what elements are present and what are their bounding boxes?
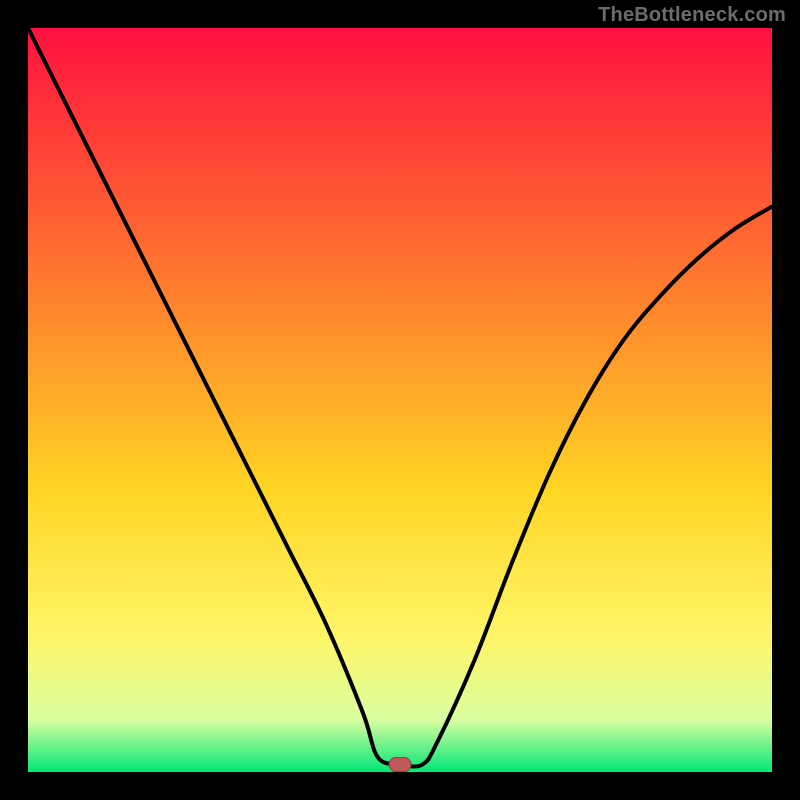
watermark-text: TheBottleneck.com xyxy=(598,4,786,27)
bottleneck-chart xyxy=(28,28,772,772)
chart-frame: TheBottleneck.com xyxy=(0,0,800,800)
optimal-marker xyxy=(389,758,411,772)
gradient-background xyxy=(28,28,772,772)
plot-area xyxy=(28,28,772,772)
